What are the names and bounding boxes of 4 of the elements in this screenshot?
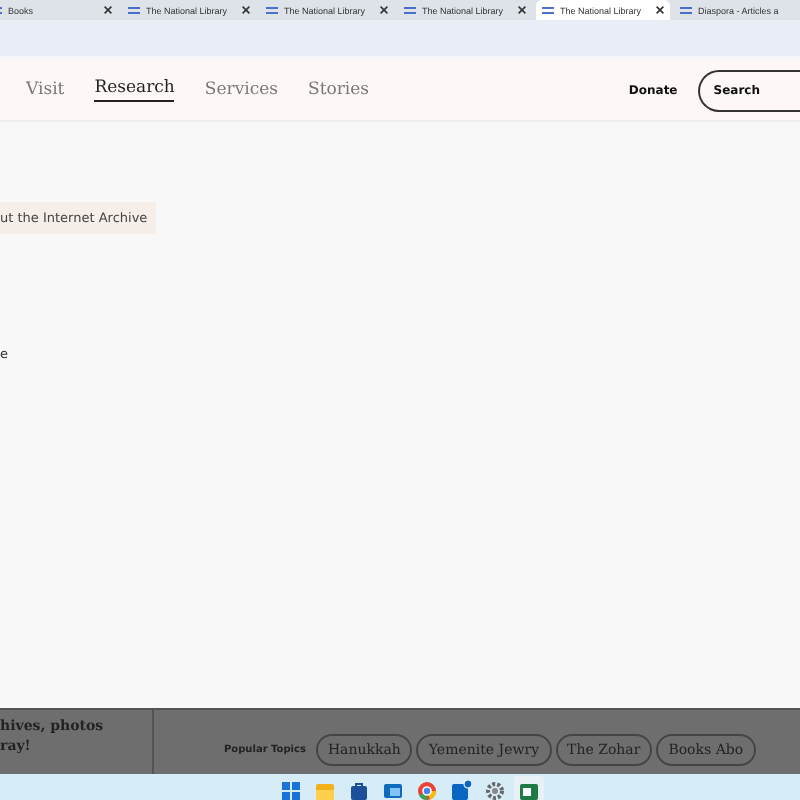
nav-link[interactable]: Stories (308, 79, 370, 101)
nav-link[interactable]: Visit (26, 79, 65, 101)
nav-link[interactable]: Research (94, 78, 175, 102)
nav-link[interactable]: Services (204, 79, 279, 101)
